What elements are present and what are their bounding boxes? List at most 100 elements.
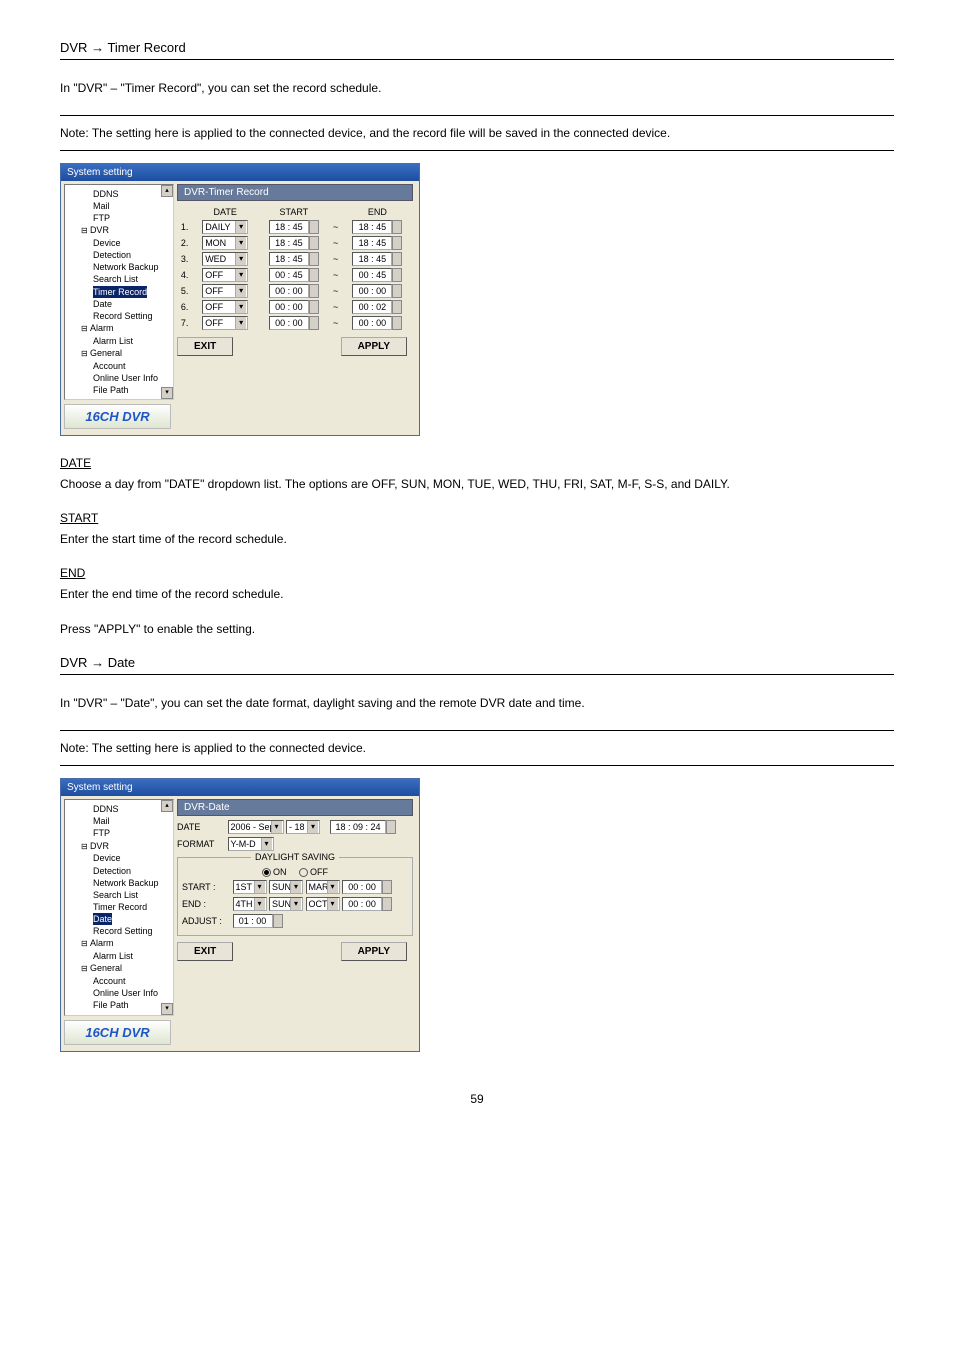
- date-select[interactable]: OFF: [202, 284, 248, 298]
- end-input[interactable]: 00 : 02: [352, 300, 392, 314]
- end-input[interactable]: 00 : 00: [352, 284, 392, 298]
- scroll-up-icon[interactable]: ▴: [161, 185, 173, 197]
- scroll-up-icon[interactable]: ▴: [161, 800, 173, 812]
- date-select[interactable]: WED: [202, 252, 248, 266]
- nav-tree[interactable]: ▴ DDNS Mail FTP DVR Device Detection Net…: [64, 184, 174, 400]
- tree-date[interactable]: Date: [67, 298, 171, 310]
- tree-device[interactable]: Device: [67, 852, 171, 864]
- tree-mail[interactable]: Mail: [67, 200, 171, 212]
- tree-detection[interactable]: Detection: [67, 865, 171, 877]
- start-input[interactable]: 00 : 00: [269, 284, 309, 298]
- tree-general[interactable]: General: [67, 347, 171, 360]
- date-year-month-select[interactable]: 2006 - Sep: [228, 820, 284, 834]
- exit-button-2[interactable]: EXIT: [177, 942, 233, 961]
- tree-mail[interactable]: Mail: [67, 815, 171, 827]
- apply-button[interactable]: APPLY: [341, 337, 407, 356]
- tree-account[interactable]: Account: [67, 975, 171, 987]
- spinner-icon[interactable]: [392, 268, 402, 282]
- date-select[interactable]: DAILY: [202, 220, 248, 234]
- tree-online[interactable]: Online User Info: [67, 372, 171, 384]
- end-input[interactable]: 00 : 45: [352, 268, 392, 282]
- end-week-select[interactable]: 4TH: [233, 897, 267, 911]
- tree-netbackup[interactable]: Network Backup: [67, 877, 171, 889]
- spinner-icon[interactable]: [309, 252, 319, 266]
- exit-button[interactable]: EXIT: [177, 337, 233, 356]
- tree-ftp[interactable]: FTP: [67, 827, 171, 839]
- row-num: 3.: [177, 251, 192, 267]
- apply-button-2[interactable]: APPLY: [341, 942, 407, 961]
- spinner-icon[interactable]: [309, 236, 319, 250]
- adjust-field[interactable]: 01 : 00: [233, 914, 273, 928]
- time-field[interactable]: 18 : 09 : 24: [330, 820, 386, 834]
- start-spinner[interactable]: [382, 880, 392, 894]
- tree-netbackup[interactable]: Network Backup: [67, 261, 171, 273]
- tree-ddns[interactable]: DDNS: [67, 188, 171, 200]
- date-select[interactable]: OFF: [202, 316, 248, 330]
- tree-timerrecord[interactable]: Timer Record: [67, 901, 171, 913]
- spinner-icon[interactable]: [309, 220, 319, 234]
- spinner-icon[interactable]: [309, 268, 319, 282]
- tree-detection[interactable]: Detection: [67, 249, 171, 261]
- tree-online[interactable]: Online User Info: [67, 987, 171, 999]
- radio-off[interactable]: [299, 868, 308, 877]
- tree-alarm[interactable]: Alarm: [67, 322, 171, 335]
- date-select[interactable]: OFF: [202, 268, 248, 282]
- spinner-icon[interactable]: [309, 284, 319, 298]
- end-input[interactable]: 18 : 45: [352, 236, 392, 250]
- tree-dvr[interactable]: DVR: [67, 840, 171, 853]
- spinner-icon[interactable]: [309, 316, 319, 330]
- radio-on[interactable]: [262, 868, 271, 877]
- tree-timerrecord-selected[interactable]: Timer Record: [93, 286, 147, 298]
- start-input[interactable]: 18 : 45: [269, 220, 309, 234]
- start-input[interactable]: 18 : 45: [269, 252, 309, 266]
- start-input[interactable]: 00 : 00: [269, 300, 309, 314]
- end-day-select[interactable]: SUN: [269, 897, 303, 911]
- tree-searchlist[interactable]: Search List: [67, 889, 171, 901]
- spinner-icon[interactable]: [392, 300, 402, 314]
- system-setting-window-timer: System setting ▴ DDNS Mail FTP DVR Devic…: [60, 163, 420, 436]
- tree-date-selected[interactable]: Date: [93, 913, 112, 925]
- spinner-icon[interactable]: [392, 220, 402, 234]
- format-select[interactable]: Y-M-D: [228, 837, 274, 851]
- tree-ftp[interactable]: FTP: [67, 212, 171, 224]
- end-input[interactable]: 18 : 45: [352, 252, 392, 266]
- scroll-down-icon[interactable]: ▾: [161, 1003, 173, 1015]
- spinner-icon[interactable]: [392, 316, 402, 330]
- date-select[interactable]: MON: [202, 236, 248, 250]
- date-day-select[interactable]: - 18: [286, 820, 320, 834]
- end-spinner[interactable]: [382, 897, 392, 911]
- tree-alarmlist[interactable]: Alarm List: [67, 335, 171, 347]
- end-input[interactable]: 00 : 00: [352, 316, 392, 330]
- start-day-select[interactable]: SUN: [269, 880, 303, 894]
- tree-general[interactable]: General: [67, 962, 171, 975]
- adjust-spinner[interactable]: [273, 914, 283, 928]
- tree-recordsetting[interactable]: Record Setting: [67, 310, 171, 322]
- date-select[interactable]: OFF: [202, 300, 248, 314]
- spinner-icon[interactable]: [392, 252, 402, 266]
- start-input[interactable]: 00 : 00: [269, 316, 309, 330]
- start-input[interactable]: 18 : 45: [269, 236, 309, 250]
- spinner-icon[interactable]: [392, 284, 402, 298]
- tree-searchlist[interactable]: Search List: [67, 273, 171, 285]
- start-week-select[interactable]: 1ST: [233, 880, 267, 894]
- tree-filepath[interactable]: File Path: [67, 384, 171, 396]
- scroll-down-icon[interactable]: ▾: [161, 387, 173, 399]
- spinner-icon[interactable]: [392, 236, 402, 250]
- tree-alarm[interactable]: Alarm: [67, 937, 171, 950]
- start-time-field[interactable]: 00 : 00: [342, 880, 382, 894]
- tree-device[interactable]: Device: [67, 237, 171, 249]
- start-month-select[interactable]: MAR: [306, 880, 340, 894]
- tree-account[interactable]: Account: [67, 360, 171, 372]
- end-input[interactable]: 18 : 45: [352, 220, 392, 234]
- end-time-field[interactable]: 00 : 00: [342, 897, 382, 911]
- tree-filepath[interactable]: File Path: [67, 999, 171, 1011]
- tree-dvr[interactable]: DVR: [67, 224, 171, 237]
- time-spinner[interactable]: [386, 820, 396, 834]
- tree-recordsetting[interactable]: Record Setting: [67, 925, 171, 937]
- start-input[interactable]: 00 : 45: [269, 268, 309, 282]
- tree-alarmlist[interactable]: Alarm List: [67, 950, 171, 962]
- end-month-select[interactable]: OCT: [306, 897, 340, 911]
- nav-tree-2[interactable]: ▴ DDNS Mail FTP DVR Device Detection Net…: [64, 799, 174, 1015]
- tree-ddns[interactable]: DDNS: [67, 803, 171, 815]
- spinner-icon[interactable]: [309, 300, 319, 314]
